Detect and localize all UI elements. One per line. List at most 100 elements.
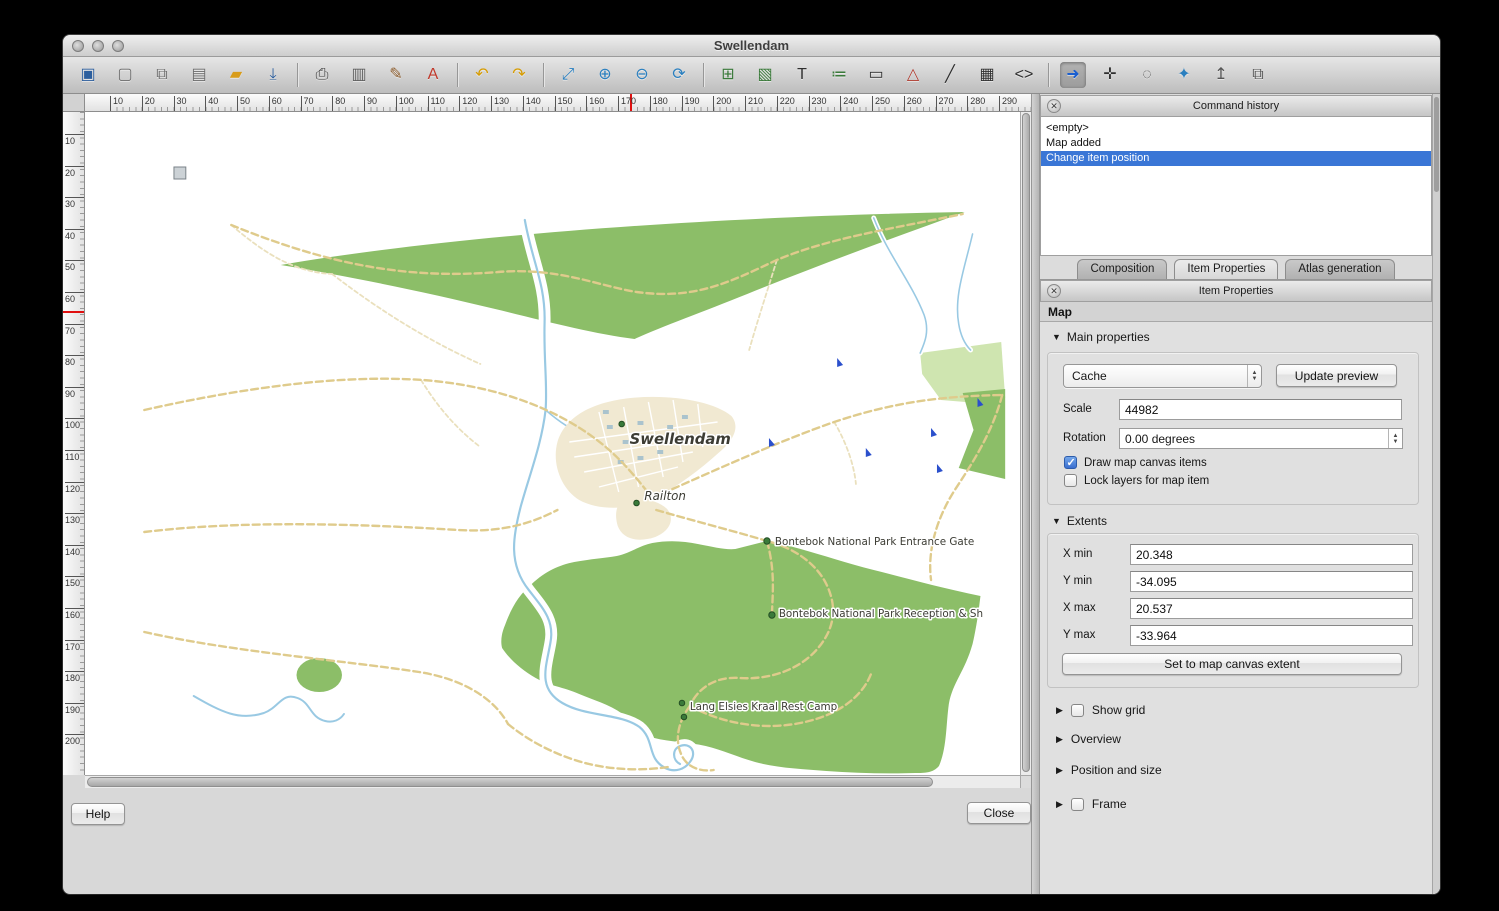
extent-input[interactable]: -34.095 xyxy=(1130,571,1413,592)
move-item-content-button[interactable]: ✛ xyxy=(1097,62,1123,88)
section-overview[interactable]: ▶Overview xyxy=(1056,732,1416,746)
zoom-full-button[interactable]: ⤢ xyxy=(555,62,581,88)
add-map-button[interactable]: ⊞ xyxy=(715,62,741,88)
ruler-top-number: 160 xyxy=(586,96,604,111)
dropdown-arrows-icon: ▲▼ xyxy=(1247,365,1261,387)
extent-input[interactable]: -33.964 xyxy=(1130,625,1413,646)
collapse-arrow-icon[interactable]: ▶ xyxy=(1056,799,1063,810)
set-to-map-canvas-extent-button[interactable]: Set to map canvas extent xyxy=(1062,653,1402,675)
tab-atlas-generation[interactable]: Atlas generation xyxy=(1285,259,1394,279)
save-icon: ▣ xyxy=(80,67,95,83)
add-label-icon: T xyxy=(797,67,807,83)
save-button[interactable]: ▣ xyxy=(75,62,101,88)
ruler-left-number: 130 xyxy=(65,513,84,525)
open-composition-button[interactable]: ▰ xyxy=(223,62,249,88)
extent-input[interactable]: 20.537 xyxy=(1130,598,1413,619)
select-move-item-button[interactable]: ➜ xyxy=(1060,62,1086,88)
cache-dropdown[interactable]: Cache ▲▼ xyxy=(1063,364,1262,388)
ruler-top-number: 90 xyxy=(364,96,377,111)
zoom-out-button[interactable]: ⊖ xyxy=(629,62,655,88)
selected-item[interactable] xyxy=(174,167,186,179)
add-shape-button[interactable]: △ xyxy=(900,62,926,88)
zoom-in-icon: ⊕ xyxy=(598,67,611,83)
add-arrow-button[interactable]: ╱ xyxy=(937,62,963,88)
tab-item-properties[interactable]: Item Properties xyxy=(1174,259,1278,279)
draw-canvas-items-checkbox[interactable] xyxy=(1064,456,1077,469)
group-items-button[interactable]: ⧉ xyxy=(1245,62,1271,88)
add-html-icon: <> xyxy=(1015,67,1034,83)
print-button[interactable]: ⎙ xyxy=(309,62,335,88)
panel-scrollbar-thumb[interactable] xyxy=(1434,97,1439,192)
history-item[interactable]: Map added xyxy=(1041,136,1431,151)
extent-input[interactable]: 20.348 xyxy=(1130,544,1413,565)
section-position-and-size[interactable]: ▶Position and size xyxy=(1056,763,1416,777)
export-pdf-button[interactable]: A xyxy=(420,62,446,88)
undo-button[interactable]: ↶ xyxy=(469,62,495,88)
section-show-grid[interactable]: ▶Show grid xyxy=(1056,703,1416,717)
duplicate-composition-button[interactable]: ⧉ xyxy=(149,62,175,88)
section-extents[interactable]: ▼ Extents xyxy=(1052,514,1107,528)
update-preview-button[interactable]: Update preview xyxy=(1276,364,1397,387)
ruler-left: 1020304050607080901001101201301401501601… xyxy=(63,112,85,775)
export-svg-button[interactable]: ✎ xyxy=(383,62,409,88)
open-folder-icon: ▰ xyxy=(230,67,242,83)
collapse-arrow-icon[interactable]: ▶ xyxy=(1056,734,1063,745)
add-legend-button[interactable]: ≔ xyxy=(826,62,852,88)
history-item[interactable]: Change item position xyxy=(1041,151,1431,166)
title-bar[interactable]: Swellendam xyxy=(63,35,1440,57)
tab-composition[interactable]: Composition xyxy=(1077,259,1167,279)
collapse-arrow-icon[interactable]: ▼ xyxy=(1052,516,1061,526)
composer-manager-button[interactable]: ▤ xyxy=(186,62,212,88)
save-template-button[interactable]: ⤓ xyxy=(260,62,286,88)
zoom-in-button[interactable]: ⊕ xyxy=(592,62,618,88)
map-item[interactable]: Swellendam Railton Bontebok National Par… xyxy=(85,112,1020,775)
command-history-header: Command history xyxy=(1040,95,1432,117)
select-move-icon: ➜ xyxy=(1066,67,1079,83)
composer-manager-icon: ▤ xyxy=(191,67,206,83)
ruler-left-number: 50 xyxy=(65,260,84,272)
toolbar: ▣ ▢ ⧉ ▤ ▰ ⤓ ⎙ ▥ ✎ A ↶ ↷ ⤢ ⊕ ⊖ ⟳ ⊞ ▧ T ≔ ▭ △ ╱ ▦ <> ➜ ✛ ◌ ✦ ↥ ⧉ xyxy=(63,57,1440,94)
spinner-arrows-icon[interactable]: ▲▼ xyxy=(1388,429,1402,448)
add-table-button[interactable]: ▦ xyxy=(974,62,1000,88)
add-scalebar-button[interactable]: ▭ xyxy=(863,62,889,88)
panel-scrollbar[interactable] xyxy=(1432,94,1440,894)
draw-canvas-items-label: Draw map canvas items xyxy=(1084,457,1207,469)
canvas-vertical-scrollbar-thumb[interactable] xyxy=(1022,113,1030,772)
collapse-arrow-icon[interactable]: ▶ xyxy=(1056,705,1063,716)
scale-input[interactable]: 44982 xyxy=(1119,399,1402,420)
group-items-icon: ⧉ xyxy=(1252,67,1263,83)
add-label-button[interactable]: T xyxy=(789,62,815,88)
refresh-view-button[interactable]: ⟳ xyxy=(666,62,692,88)
rotation-spinbox[interactable]: 0.00 degrees ▲▼ xyxy=(1119,428,1403,449)
canvas-horizontal-scrollbar-thumb[interactable] xyxy=(87,777,933,787)
lock-layers-checkbox[interactable] xyxy=(1064,474,1077,487)
panel-splitter[interactable] xyxy=(1031,94,1040,894)
ruler-left-number: 150 xyxy=(65,576,84,588)
close-button[interactable]: Close xyxy=(967,802,1031,824)
raise-items-button[interactable]: ↥ xyxy=(1208,62,1234,88)
section-label: Main properties xyxy=(1067,330,1150,344)
canvas-vertical-scrollbar[interactable] xyxy=(1020,112,1031,775)
checkbox[interactable] xyxy=(1071,798,1084,811)
section-main-properties[interactable]: ▼ Main properties xyxy=(1052,330,1150,344)
new-composition-button[interactable]: ▢ xyxy=(112,62,138,88)
section-frame[interactable]: ▶Frame xyxy=(1056,797,1416,811)
add-image-button[interactable]: ▧ xyxy=(752,62,778,88)
checkbox[interactable] xyxy=(1071,704,1084,717)
select-marquee-button[interactable]: ◌ xyxy=(1134,62,1160,88)
toolbar-separator xyxy=(543,63,544,87)
help-button[interactable]: Help xyxy=(71,803,125,825)
canvas-horizontal-scrollbar[interactable] xyxy=(85,775,1020,788)
collapse-arrow-icon[interactable]: ▶ xyxy=(1056,765,1063,776)
history-item[interactable]: <empty> xyxy=(1041,121,1431,136)
ruler-top-number: 40 xyxy=(205,96,218,111)
redo-button[interactable]: ↷ xyxy=(506,62,532,88)
print-icon: ⎙ xyxy=(316,67,329,83)
edit-nodes-button[interactable]: ✦ xyxy=(1171,62,1197,88)
export-image-button[interactable]: ▥ xyxy=(346,62,372,88)
add-html-button[interactable]: <> xyxy=(1011,62,1037,88)
collapse-arrow-icon[interactable]: ▼ xyxy=(1052,332,1061,342)
edit-nodes-icon: ✦ xyxy=(1177,67,1190,83)
draw-canvas-items-row: Draw map canvas items xyxy=(1064,456,1207,469)
ruler-top-number: 200 xyxy=(713,96,731,111)
